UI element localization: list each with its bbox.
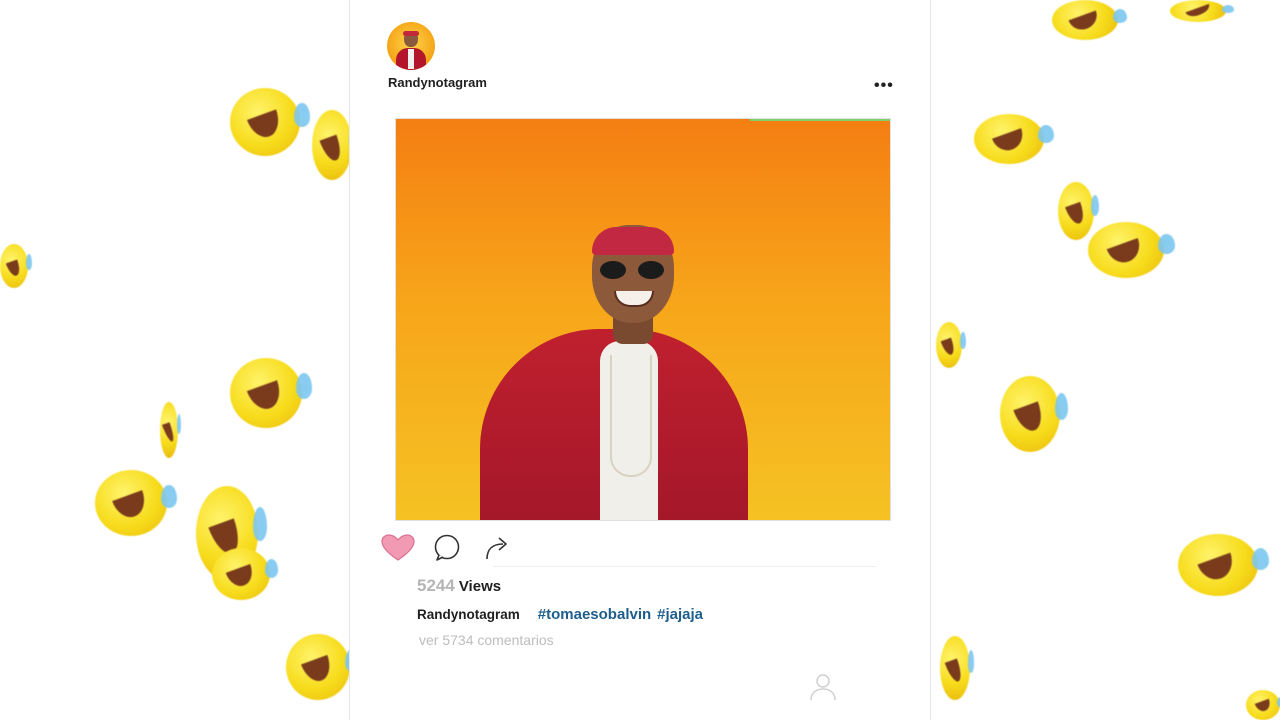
- heart-icon[interactable]: [380, 533, 415, 563]
- laughing-emoji-icon: [1246, 690, 1280, 720]
- post-username[interactable]: Randynotagram: [388, 75, 487, 90]
- laughing-emoji-icon: [940, 636, 975, 700]
- hashtag-link[interactable]: #tomaesobalvin: [538, 606, 651, 623]
- laughing-emoji-icon: [95, 470, 178, 536]
- post-caption: Randynotagram #tomaesobalvin #jajaja: [417, 606, 709, 623]
- laughing-emoji-icon: [1052, 0, 1128, 40]
- laughing-emoji-icon: [0, 244, 32, 288]
- post-card: Randynotagram ••• 5244 Views Randynotagr…: [349, 0, 931, 720]
- laughing-emoji-icon: [312, 110, 358, 180]
- caption-username[interactable]: Randynotagram: [417, 607, 520, 622]
- hashtag-link[interactable]: #jajaja: [657, 606, 703, 623]
- more-options-icon[interactable]: •••: [874, 78, 894, 94]
- laughing-emoji-icon: [1000, 376, 1069, 452]
- comment-bubble-icon[interactable]: [432, 533, 464, 563]
- divider: [493, 566, 876, 567]
- laughing-emoji-icon: [936, 322, 966, 368]
- screen: Randynotagram ••• 5244 Views Randynotagr…: [0, 0, 1280, 720]
- laughing-emoji-icon: [160, 402, 181, 458]
- post-media[interactable]: [395, 118, 891, 521]
- views-count: 5244 Views: [417, 576, 501, 596]
- laughing-emoji-icon: [1058, 182, 1100, 240]
- views-number: 5244: [417, 576, 455, 595]
- laughing-emoji-icon: [1088, 222, 1175, 278]
- profile-person-icon[interactable]: [809, 672, 837, 702]
- avatar[interactable]: [387, 22, 435, 70]
- share-arrow-icon[interactable]: [482, 533, 514, 563]
- laughing-emoji-icon: [230, 88, 310, 156]
- views-label: Views: [458, 578, 502, 595]
- laughing-emoji-icon: [212, 548, 279, 600]
- laughing-emoji-icon: [974, 114, 1054, 164]
- video-progress-bar: [750, 119, 890, 121]
- view-comments-link[interactable]: ver 5734 comentarios: [419, 632, 554, 648]
- post-actions: [380, 533, 520, 563]
- laughing-emoji-icon: [286, 634, 359, 700]
- laughing-emoji-icon: [1170, 0, 1234, 22]
- laughing-emoji-icon: [1178, 534, 1270, 596]
- laughing-emoji-icon: [230, 358, 313, 428]
